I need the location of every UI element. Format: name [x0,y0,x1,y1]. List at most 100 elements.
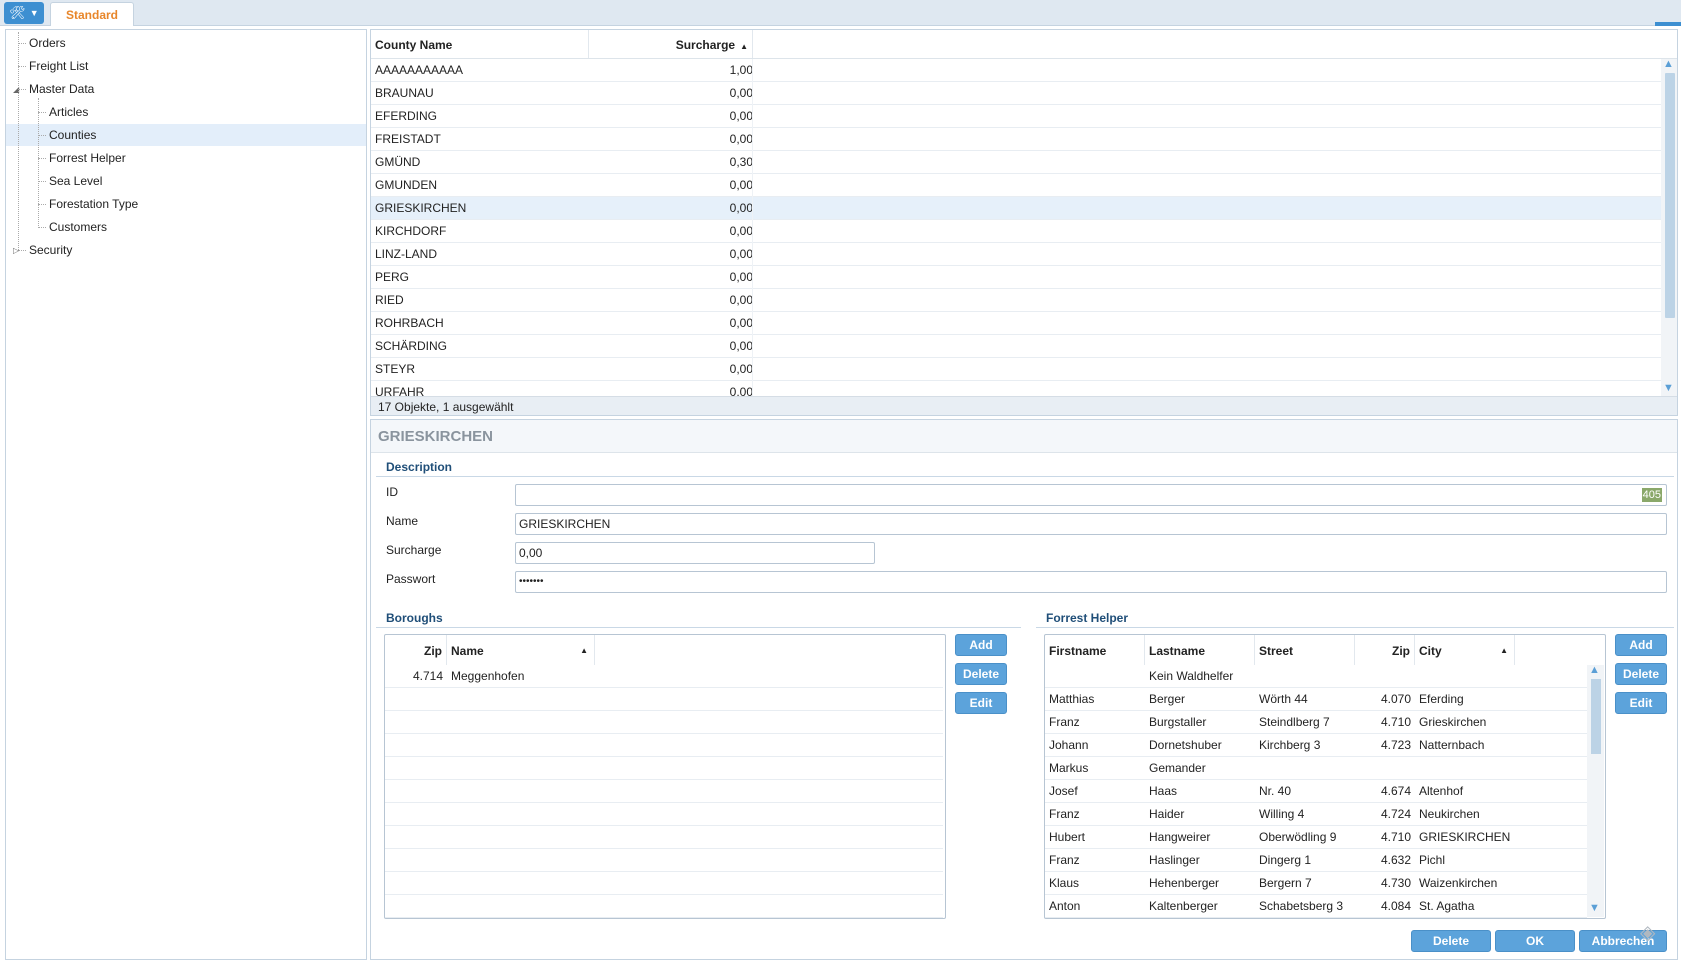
firstname-cell: Anton [1049,899,1081,913]
column-header-city[interactable]: City ▲ [1415,635,1515,665]
column-header-street[interactable]: Street [1255,635,1355,665]
table-row[interactable] [385,872,943,895]
table-row[interactable]: KIRCHDORF 0,00 [371,220,1661,243]
firstname-cell: Hubert [1049,830,1086,844]
table-row[interactable]: FREISTADT 0,00 [371,128,1661,151]
name-field[interactable]: GRIESKIRCHEN [515,513,1667,535]
tree-item-forestation-type[interactable]: Forestation Type [6,193,366,215]
lastname-cell: Burgstaller [1149,715,1207,729]
tree-item-label: Forrest Helper [49,151,126,165]
tree-item-articles[interactable]: Articles [6,101,366,123]
county-name-cell: RIED [375,293,404,307]
password-field[interactable]: ••••••• [515,571,1667,593]
column-header-name[interactable]: Name ▲ [447,635,595,665]
table-row[interactable]: Franz Burgstaller Steindlberg 7 4.710 Griesk… [1045,711,1587,734]
table-row[interactable] [385,849,943,872]
helper-edit-button[interactable]: Edit [1615,692,1667,714]
helper-delete-button[interactable]: Delete [1615,663,1667,685]
table-row[interactable] [385,734,943,757]
table-row[interactable]: GRIESKIRCHEN 0,00 [371,197,1661,220]
surcharge-cell: 0,30 [729,155,753,169]
lastname-cell: Kein Waldhelfer [1149,669,1234,683]
boroughs-delete-button[interactable]: Delete [955,663,1007,685]
table-row[interactable] [385,711,943,734]
column-header-firstname[interactable]: Firstname [1045,635,1145,665]
table-row[interactable]: SCHÄRDING 0,00 [371,335,1661,358]
county-name-cell: EFERDING [375,109,438,123]
table-row[interactable]: GMUNDEN 0,00 [371,174,1661,197]
street-cell: Kirchberg 3 [1259,738,1321,752]
table-row[interactable] [385,895,943,918]
table-row[interactable]: Josef Haas Nr. 40 4.674 Altenhof [1045,780,1587,803]
table-row[interactable]: Anton Kaltenberger Schabetsberg 3 4.084 St. … [1045,895,1587,918]
detail-title: GRIESKIRCHEN [371,420,1677,453]
table-row[interactable]: GMÜND 0,30 [371,151,1661,174]
table-row[interactable]: RIED 0,00 [371,289,1661,312]
table-row[interactable]: Kein Waldhelfer [1045,665,1587,688]
table-row[interactable]: EFERDING 0,00 [371,105,1661,128]
tree-item-forrest-helper[interactable]: Forrest Helper [6,147,366,169]
tree-item-sea-level[interactable]: Sea Level [6,170,366,192]
table-row[interactable]: Hubert Hangweirer Oberwödling 9 4.710 GRIESK… [1045,826,1587,849]
lastname-cell: Berger [1149,692,1186,706]
grid-scrollbar[interactable]: ▲ ▼ [1661,58,1677,396]
detail-panel: GRIESKIRCHEN Description ID 405 Name GRI… [370,419,1678,960]
boroughs-edit-button[interactable]: Edit [955,692,1007,714]
scroll-up-icon[interactable]: ▲ [1663,58,1674,70]
zip-cell: 4.730 [1380,876,1411,890]
scroll-down-icon[interactable]: ▼ [1589,902,1600,914]
table-row[interactable]: Matthias Berger Wörth 44 4.070 Eferding [1045,688,1587,711]
id-field[interactable]: 405 [515,484,1667,506]
side-panel-handle[interactable] [1655,22,1681,26]
table-row[interactable]: Markus Gemander [1045,757,1587,780]
tools-menu-button[interactable]: 🛠︎ ▼ [4,2,44,24]
forrest-helper-section-title: Forrest Helper [1046,611,1129,625]
surcharge-field[interactable]: 0,00 [515,542,875,564]
lastname-cell: Haslinger [1149,853,1200,867]
table-row[interactable]: Johann Dornetshuber Kirchberg 3 4.723 Natter… [1045,734,1587,757]
helper-add-button[interactable]: Add [1615,634,1667,656]
column-header-lastname[interactable]: Lastname [1145,635,1255,665]
table-row[interactable]: LINZ-LAND 0,00 [371,243,1661,266]
table-row[interactable]: STEYR 0,00 [371,358,1661,381]
column-divider [752,335,753,358]
table-row[interactable] [385,826,943,849]
table-row[interactable] [385,803,943,826]
table-row[interactable]: URFAHR 0,00 [371,381,1661,396]
table-row[interactable]: Klaus Hehenberger Bergern 7 4.730 Waizenkirc… [1045,872,1587,895]
resize-grip-icon[interactable]: ◈ [1640,920,1664,944]
table-row[interactable]: Franz Haider Willing 4 4.724 Neukirchen [1045,803,1587,826]
tree-item-label: Orders [29,36,66,50]
counties-grid: County Name Surcharge ▲ AAAAAAAAAAA 1,00 BR… [370,29,1678,416]
tree-item-orders[interactable]: Orders [6,32,366,54]
column-header-surcharge[interactable]: Surcharge ▲ [589,30,753,58]
scrollbar-thumb[interactable] [1591,679,1601,754]
table-row[interactable] [385,780,943,803]
table-row[interactable]: AAAAAAAAAAA 1,00 [371,59,1661,82]
boroughs-add-button[interactable]: Add [955,634,1007,656]
firstname-cell: Josef [1049,784,1078,798]
tree-item-master-data[interactable]: Master Data ◢ [6,78,366,100]
column-header-zip[interactable]: Zip [1355,635,1415,665]
column-header-zip[interactable]: Zip [385,635,447,665]
scroll-down-icon[interactable]: ▼ [1663,382,1674,394]
tree-item-counties[interactable]: Counties [6,124,366,146]
table-row[interactable]: BRAUNAU 0,00 [371,82,1661,105]
table-row[interactable]: 4.714 Meggenhofen [385,665,943,688]
tree-item-security[interactable]: Security ▷ [6,239,366,261]
table-row[interactable]: PERG 0,00 [371,266,1661,289]
table-row[interactable]: Franz Haslinger Dingerg 1 4.632 Pichl [1045,849,1587,872]
delete-button[interactable]: Delete [1411,930,1491,952]
lastname-cell: Kaltenberger [1149,899,1218,913]
helper-grid-scrollbar[interactable]: ▲ ▼ [1587,664,1604,917]
tree-item-freight-list[interactable]: Freight List [6,55,366,77]
tree-item-customers[interactable]: Customers [6,216,366,238]
ok-button[interactable]: OK [1495,930,1575,952]
column-header-county-name[interactable]: County Name [371,30,589,58]
scrollbar-thumb[interactable] [1665,73,1675,318]
table-row[interactable] [385,757,943,780]
tab-standard[interactable]: Standard [50,2,134,26]
scroll-up-icon[interactable]: ▲ [1589,664,1600,676]
table-row[interactable] [385,688,943,711]
table-row[interactable]: ROHRBACH 0,00 [371,312,1661,335]
